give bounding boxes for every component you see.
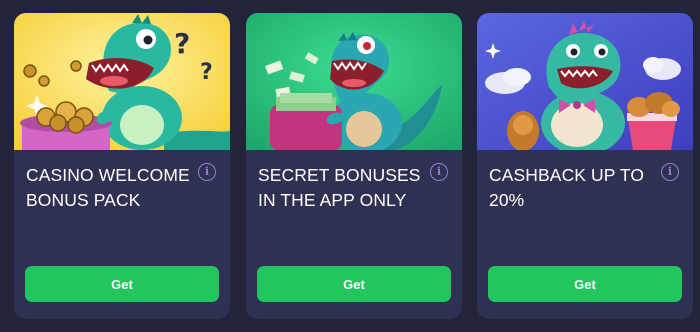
- info-icon[interactable]: i: [430, 163, 448, 181]
- offer-title-welcome-bonus: CASINO WELCOME BONUS PACK: [26, 165, 190, 210]
- get-app-bonuses-button[interactable]: Get: [257, 266, 451, 302]
- info-icon[interactable]: i: [661, 163, 679, 181]
- offer-card-welcome-bonus: ? ? CASINO WELCOME BONUS PACK i Get: [14, 13, 230, 319]
- info-icon[interactable]: i: [198, 163, 216, 181]
- offer-card-cashback: CASHBACK UP TO 20% i Get: [477, 13, 693, 319]
- offer-image-app-bonuses: [246, 13, 462, 150]
- svg-text:?: ?: [174, 27, 190, 60]
- offer-card-app-bonuses: SECRET BONUSES IN THE APP ONLY i Get: [246, 13, 462, 319]
- svg-text:?: ?: [200, 60, 213, 85]
- offer-image-welcome-bonus: ? ?: [14, 13, 230, 150]
- offer-image-cashback: [477, 13, 693, 150]
- offer-title-cashback: CASHBACK UP TO 20%: [489, 165, 645, 210]
- offers-row: ? ? CASINO WELCOME BONUS PACK i Get SECR…: [0, 0, 700, 332]
- offer-title-app-bonuses: SECRET BONUSES IN THE APP ONLY: [258, 165, 421, 210]
- get-welcome-bonus-button[interactable]: Get: [25, 266, 219, 302]
- get-cashback-button[interactable]: Get: [488, 266, 682, 302]
